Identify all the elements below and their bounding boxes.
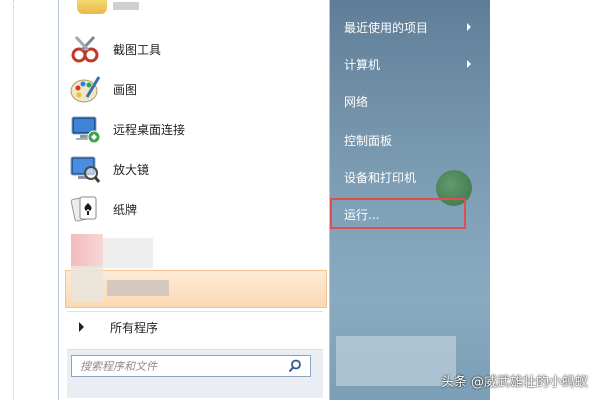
program-label: 远程桌面连接 <box>113 122 186 137</box>
recent-program-item[interactable] <box>65 270 327 308</box>
menu-item-label: 设备和打印机 <box>344 170 417 185</box>
remote-desktop-icon <box>71 116 101 144</box>
all-programs-label: 所有程序 <box>110 320 159 335</box>
program-label: 放大镜 <box>113 162 150 177</box>
menu-item-computer[interactable]: 计算机 <box>337 51 477 77</box>
program-item-snipping-tool[interactable]: 截图工具 <box>69 32 319 66</box>
submenu-arrow-icon <box>467 60 471 68</box>
blurred-recent-icon <box>71 266 103 302</box>
program-label: 画图 <box>113 82 138 97</box>
menu-item-devices-printers[interactable]: 设备和打印机 <box>337 164 477 190</box>
menu-item-control-panel[interactable]: 控制面板 <box>337 127 477 153</box>
search-input[interactable] <box>78 356 282 376</box>
search-icon[interactable] <box>288 359 302 373</box>
scissors-icon <box>71 35 99 63</box>
all-programs-button[interactable]: 所有程序 <box>71 316 321 338</box>
page-guide-line <box>13 0 14 400</box>
blurred-program-label <box>103 238 153 268</box>
menu-divider <box>67 311 323 312</box>
paint-palette-icon <box>70 76 101 103</box>
menu-item-label: 控制面板 <box>344 133 393 148</box>
submenu-arrow-icon <box>467 23 471 31</box>
watermark-text: 头条 @威武雄壮的小蚂蚁 <box>440 375 588 390</box>
program-list-pane: 截图工具 画图 远程桌面连接 放大镜 纸牌 所有程序 搜索程序和文件 <box>58 0 330 400</box>
run-highlight-box <box>330 198 466 229</box>
start-menu: 截图工具 画图 远程桌面连接 放大镜 纸牌 所有程序 搜索程序和文件 最近使用的… <box>58 0 490 400</box>
program-item-solitaire[interactable]: 纸牌 <box>69 192 319 226</box>
blurred-shutdown-area <box>336 336 456 386</box>
search-box[interactable] <box>71 355 311 377</box>
menu-item-label: 最近使用的项目 <box>344 20 429 35</box>
program-label: 截图工具 <box>113 42 162 57</box>
blurred-program-icon <box>71 234 103 268</box>
menu-item-label: 网络 <box>344 94 369 109</box>
program-item-magnifier[interactable]: 放大镜 <box>69 152 319 186</box>
cut-off-item-label <box>113 2 139 10</box>
program-item-remote-desktop[interactable]: 远程桌面连接 <box>69 112 319 146</box>
program-label: 纸牌 <box>113 202 138 217</box>
cut-off-item-icon <box>77 0 107 14</box>
menu-item-recent-items[interactable]: 最近使用的项目 <box>337 14 477 40</box>
program-item-paint[interactable]: 画图 <box>69 72 319 106</box>
magnifier-icon <box>70 156 101 183</box>
blurred-recent-label <box>107 280 169 296</box>
menu-item-network[interactable]: 网络 <box>337 88 477 114</box>
triangle-right-icon <box>79 322 84 332</box>
menu-item-label: 计算机 <box>344 57 381 72</box>
card-game-icon <box>70 196 97 222</box>
